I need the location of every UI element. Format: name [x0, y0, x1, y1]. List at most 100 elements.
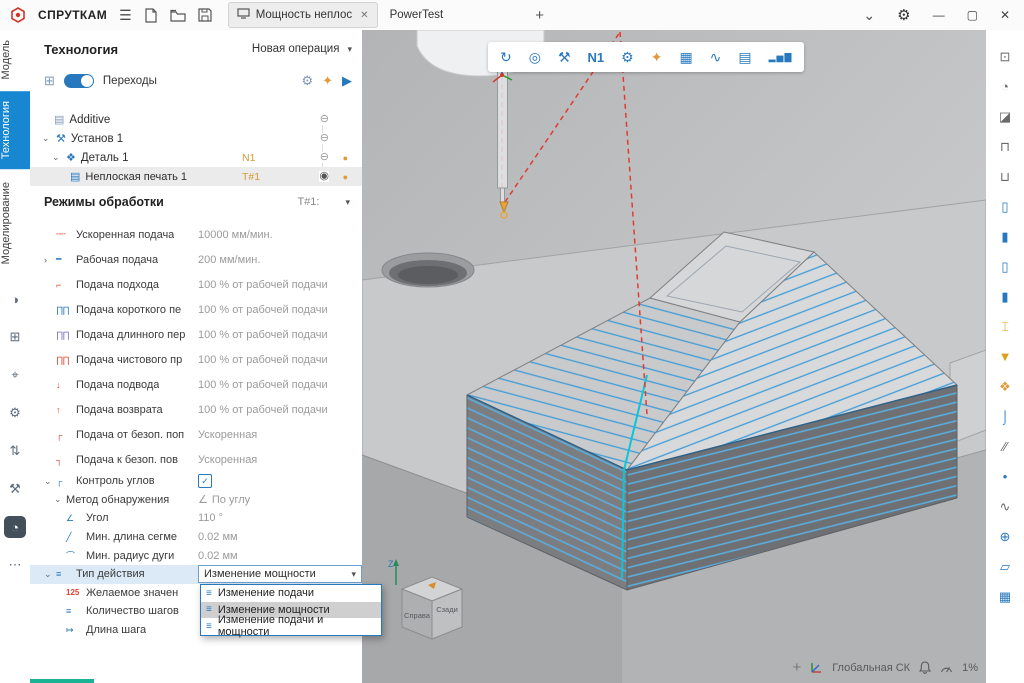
operation-settings-icon[interactable]: ⚙: [301, 73, 313, 89]
nc-program-n1-button[interactable]: N1: [588, 50, 605, 65]
main-menu-icon[interactable]: ☰: [119, 7, 132, 24]
statistics-icon[interactable]: ▂▅▇: [769, 52, 793, 63]
new-operation-selector[interactable]: Новая операция ▾: [252, 43, 352, 55]
param-min-arc-radius[interactable]: ⌒ Мин. радиус дуги 0.02 мм: [30, 546, 362, 565]
more-options-icon[interactable]: ⋯: [4, 554, 26, 576]
viewcube-left-face-label[interactable]: Справа: [404, 611, 431, 620]
param-plunge-feed[interactable]: ↓ Подача подвода 100 % от рабочей подачи: [30, 372, 362, 397]
transitions-toggle[interactable]: [64, 74, 94, 88]
scene-3d[interactable]: Z Справа Сзади: [362, 30, 986, 683]
param-value[interactable]: 110 °: [198, 512, 223, 524]
sync-icon[interactable]: ⇅: [4, 440, 26, 462]
add-cs-icon[interactable]: +: [792, 659, 801, 676]
param-finish-feed[interactable]: ∏∏ Подача чистового пр 100 % от рабочей …: [30, 347, 362, 372]
panel-hscrollbar[interactable]: [30, 679, 94, 683]
param-value[interactable]: 100 % от рабочей подачи: [198, 379, 328, 391]
open-folder-icon[interactable]: [170, 9, 186, 22]
run-operation-icon[interactable]: ▶: [342, 73, 352, 89]
tab-model[interactable]: Модель: [0, 30, 30, 89]
tree-item-part[interactable]: ⌄ ❖ Деталь 1 N1 ⊖ ●: [30, 148, 362, 167]
machining-icon[interactable]: ⚒: [558, 49, 571, 66]
param-detection-method[interactable]: ⌄ Метод обнаружения ∠ По углу: [30, 491, 362, 510]
optimize-icon[interactable]: ✦: [322, 73, 333, 89]
tab-powertest[interactable]: PowerTest: [382, 3, 452, 27]
param-value[interactable]: 200 мм/мин.: [198, 254, 260, 266]
param-long-link-feed[interactable]: ∏∏ Подача длинного пер 100 % от рабочей …: [30, 322, 362, 347]
param-value[interactable]: 100 % от рабочей подачи: [198, 304, 328, 316]
param-value[interactable]: 0.02 мм: [198, 531, 238, 543]
measure-icon[interactable]: ⌖: [4, 364, 26, 386]
close-tab-icon[interactable]: ✕: [360, 10, 368, 21]
minimize-button[interactable]: —: [933, 8, 945, 22]
probe-icon[interactable]: ⌶: [993, 316, 1017, 337]
new-file-icon[interactable]: [144, 8, 158, 23]
notifications-bell-icon[interactable]: [919, 661, 931, 674]
viewcube-right-face-label[interactable]: Сзади: [436, 605, 458, 614]
sphere-mesh-icon[interactable]: ⊕: [993, 526, 1017, 547]
tools-icon[interactable]: ⚒: [4, 478, 26, 500]
param-value[interactable]: 0.02 мм: [198, 550, 238, 562]
tool-holder-icon[interactable]: ▮: [993, 286, 1017, 307]
chevron-down-icon[interactable]: ⌄: [44, 569, 56, 580]
window-zoom-icon[interactable]: ⊡: [993, 46, 1017, 67]
view-sphere-icon[interactable]: ◔: [993, 76, 1017, 97]
machine-settings-icon[interactable]: ⚙: [621, 49, 634, 66]
surface-icon[interactable]: ▱: [993, 556, 1017, 577]
tree-item-setup[interactable]: ⌄ ⚒ Установ 1 ⊖: [30, 129, 362, 148]
operations-icon[interactable]: ⊞: [44, 73, 55, 89]
report-icon[interactable]: ▤: [738, 49, 751, 66]
param-approach-feed[interactable]: ⌐ Подача подхода 100 % от рабочей подачи: [30, 272, 362, 297]
tree-item-additive[interactable]: ▤ Additive ⊖: [30, 110, 362, 129]
maximize-button[interactable]: ▢: [967, 8, 978, 22]
close-button[interactable]: ✕: [1000, 8, 1010, 22]
coordinate-system-label[interactable]: Глобальная СК: [832, 662, 910, 674]
model-display-icon[interactable]: ◑: [4, 288, 26, 310]
param-corner-control[interactable]: ⌄ ┌ Контроль углов ✓: [30, 472, 362, 491]
chevron-right-icon[interactable]: ›: [44, 255, 56, 265]
settings-icon[interactable]: ⚙: [4, 402, 26, 424]
point-icon[interactable]: •: [993, 466, 1017, 487]
suppress-icon[interactable]: ⊖: [320, 152, 329, 163]
tab-modeling[interactable]: Моделирование: [0, 172, 30, 274]
tab-document-active[interactable]: Мощность неплос ✕: [228, 2, 378, 28]
tree-item-nonplanar-print[interactable]: ▤ Неплоская печать 1 Т#1 ◉ ●: [30, 167, 362, 186]
active-operation-icon[interactable]: ◉: [319, 171, 329, 182]
corner-control-checkbox[interactable]: ✓: [198, 474, 212, 488]
param-action-type[interactable]: ⌄ ≡ Тип действия Изменение мощности ▾: [30, 565, 362, 584]
dropdown-option-feed-change[interactable]: ≡ Изменение подачи: [201, 585, 381, 602]
grid-snap-icon[interactable]: ⊞: [4, 326, 26, 348]
graph-icon[interactable]: ∿: [710, 49, 722, 66]
param-value[interactable]: Ускоренная: [198, 454, 257, 466]
settings-gear-icon[interactable]: ⚙: [897, 6, 910, 24]
postprocess-icon[interactable]: ✦: [651, 49, 663, 66]
param-feed-to-safe[interactable]: ┐ Подача к безоп. пов Ускоренная: [30, 447, 362, 472]
action-type-combobox[interactable]: Изменение мощности ▾: [198, 565, 362, 583]
machining-time-icon[interactable]: ◔: [4, 516, 26, 538]
drill-icon[interactable]: ▼: [993, 346, 1017, 367]
tool-selector[interactable]: Т#1: ▾: [297, 196, 350, 208]
holder-icon[interactable]: ⊔: [993, 166, 1017, 187]
param-value[interactable]: Ускоренная: [198, 429, 257, 441]
shaded-view-icon[interactable]: ◪: [993, 106, 1017, 127]
param-value[interactable]: 100 % от рабочей подачи: [198, 404, 328, 416]
stock-icon[interactable]: ⊓: [993, 136, 1017, 157]
param-short-link-feed[interactable]: ∏∏ Подача короткого пе 100 % от рабочей …: [30, 297, 362, 322]
chevron-down-icon[interactable]: ⌄: [54, 494, 66, 505]
detection-method-value[interactable]: ∠ По углу: [198, 493, 250, 506]
viewport-3d[interactable]: Z Справа Сзади ↻ ◎ ⚒ N1 ⚙ ✦ ▦ ∿ ▤ ▂▅▇ +: [362, 30, 986, 683]
simulate-icon[interactable]: ↻: [500, 49, 512, 66]
param-rapid-feed[interactable]: ╌╌ Ускоренная подача 10000 мм/мин.: [30, 222, 362, 247]
param-value[interactable]: 100 % от рабочей подачи: [198, 279, 328, 291]
param-value[interactable]: 100 % от рабочей подачи: [198, 354, 328, 366]
chevron-down-icon[interactable]: ⌄: [44, 476, 56, 487]
deburr-icon[interactable]: ❖: [993, 376, 1017, 397]
chevron-down-icon[interactable]: ⌄: [863, 7, 875, 24]
chevron-down-icon[interactable]: ⌄: [42, 133, 51, 144]
param-angle[interactable]: ∠ Угол 110 °: [30, 509, 362, 528]
dropdown-option-feed-and-power-change[interactable]: ≡ Изменение подачи и мощности: [201, 618, 381, 635]
chevron-down-icon[interactable]: ⌄: [52, 152, 61, 163]
param-value[interactable]: 10000 мм/мин.: [198, 229, 273, 241]
save-icon[interactable]: [198, 8, 212, 22]
hatch-icon[interactable]: ∕∕: [993, 436, 1017, 457]
tool-assembly-icon[interactable]: ▯: [993, 256, 1017, 277]
